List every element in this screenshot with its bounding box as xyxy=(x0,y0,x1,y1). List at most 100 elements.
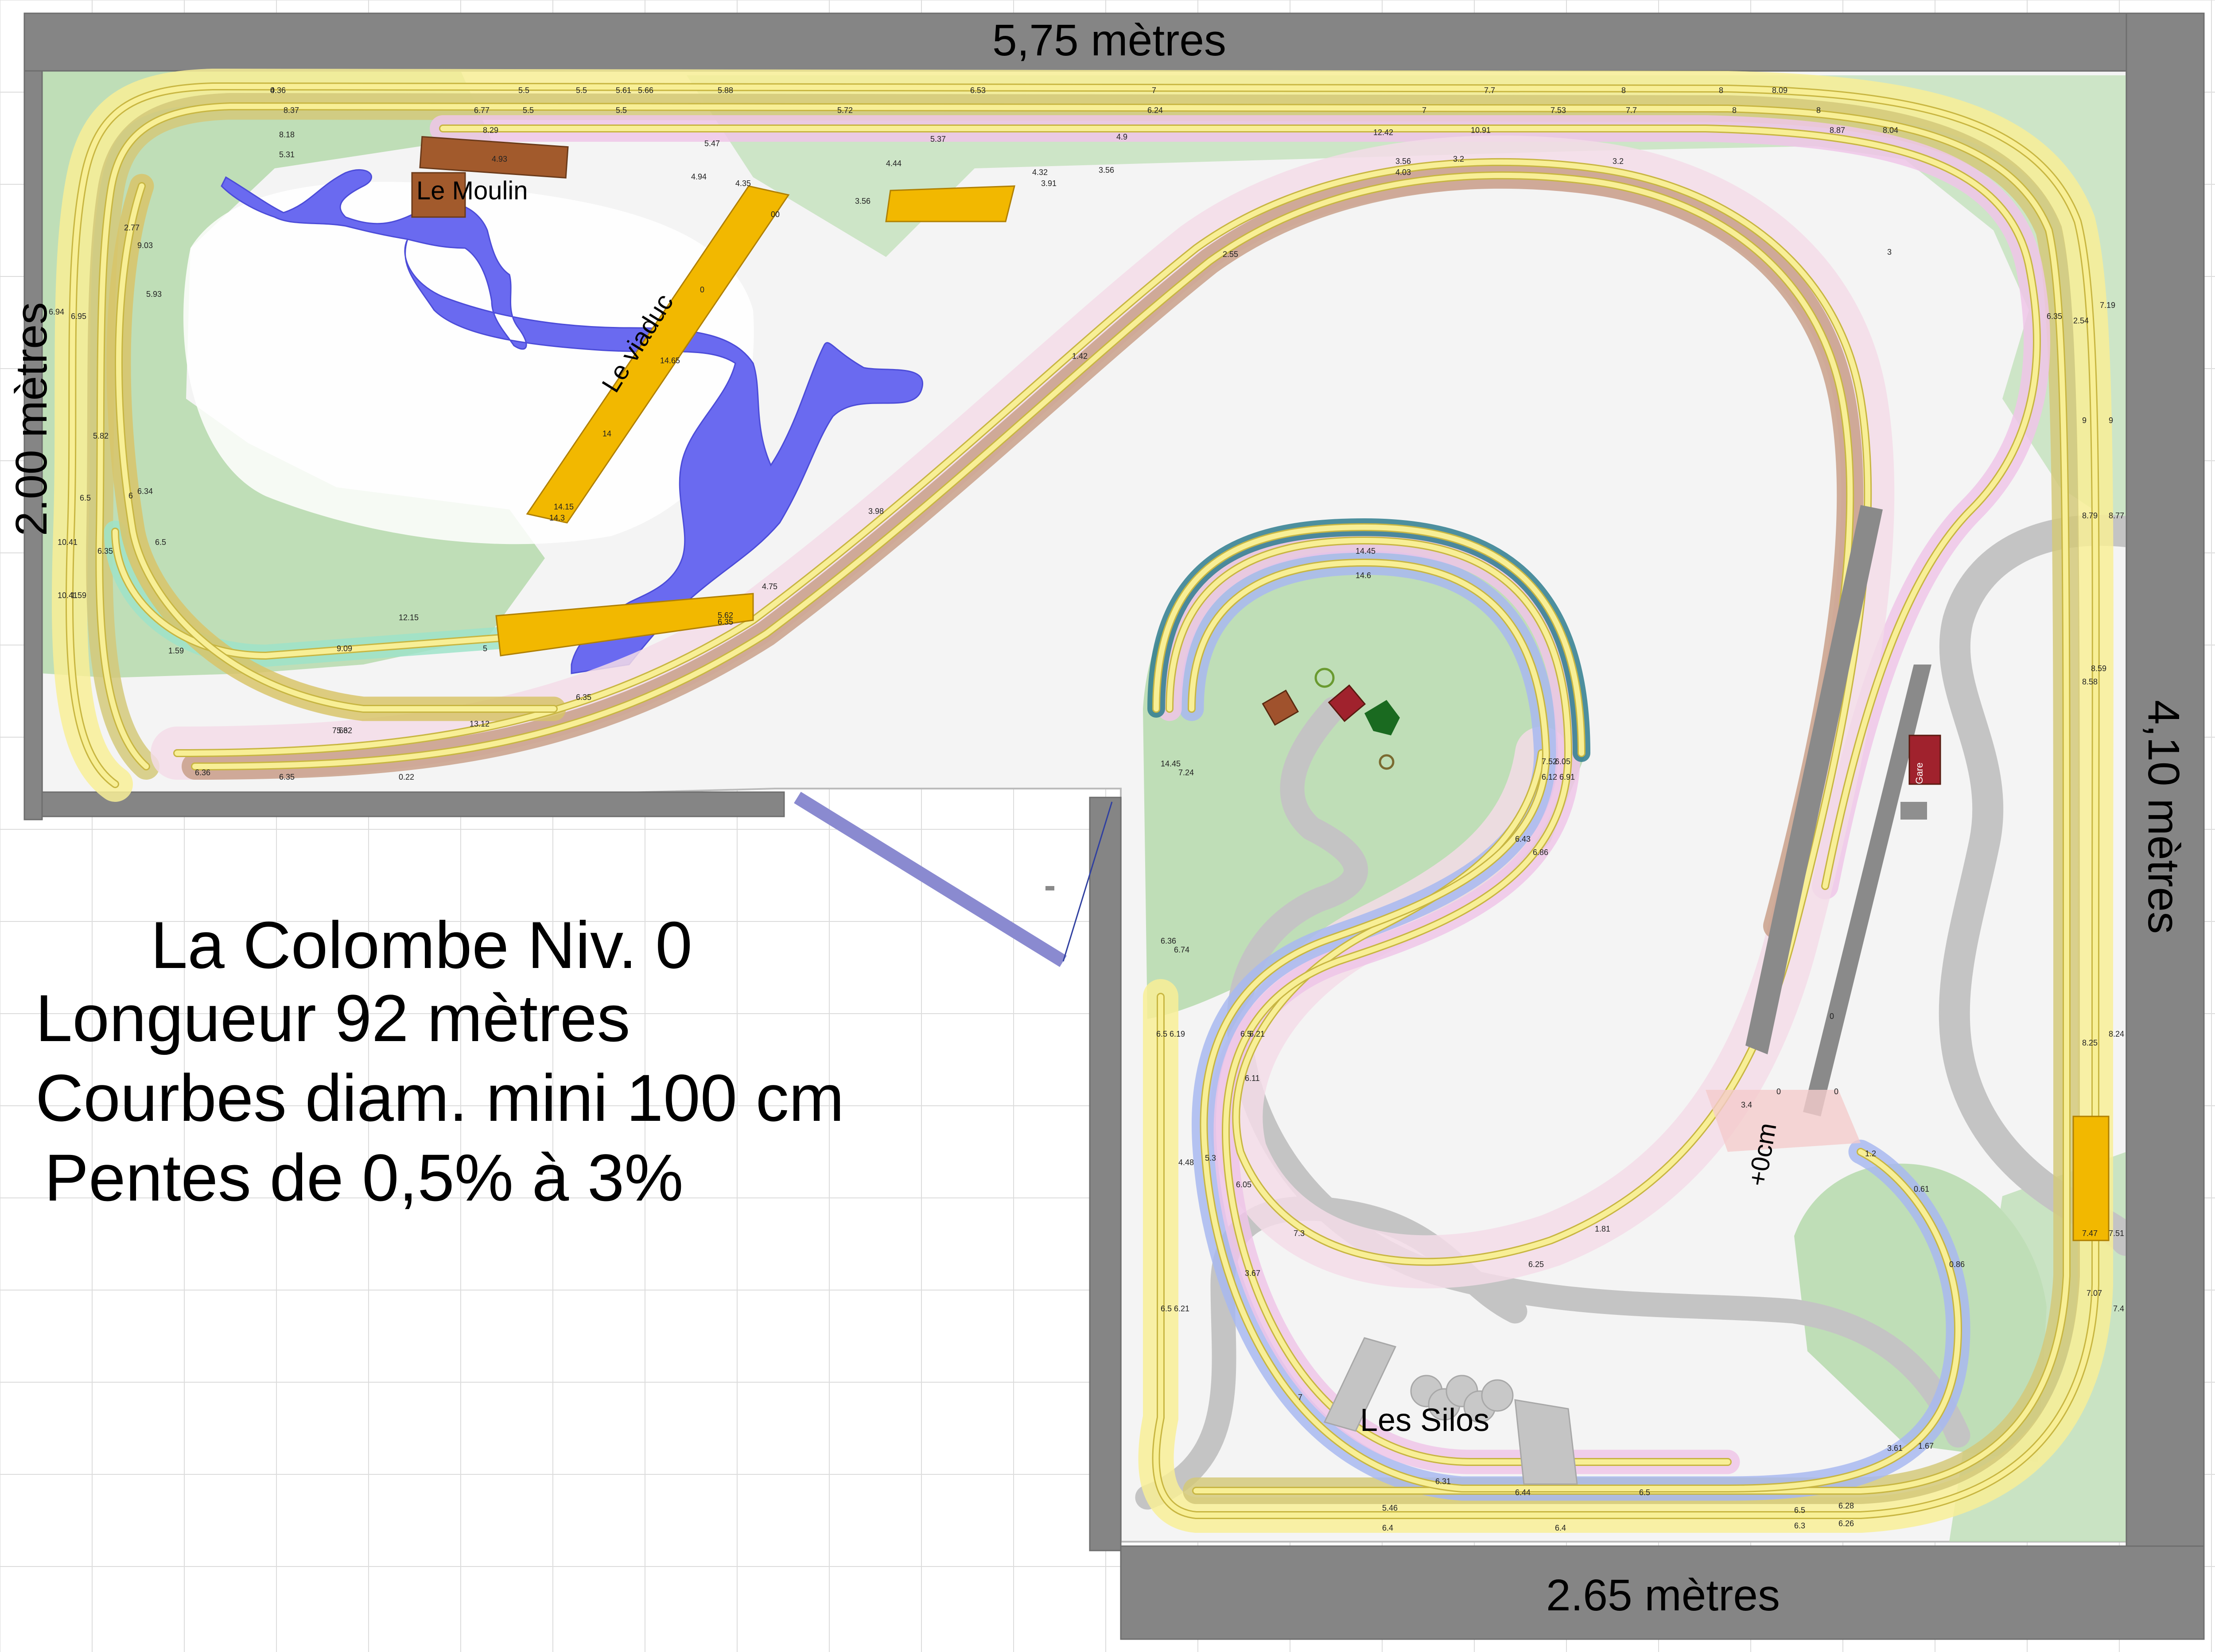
track-height-label: 0 xyxy=(700,285,704,294)
track-height-label: 1.2 xyxy=(1865,1149,1876,1158)
track-height-label: 3.67 xyxy=(1245,1269,1260,1278)
track-height-label: 8 xyxy=(1732,106,1737,115)
track-height-label: 3.56 xyxy=(1395,157,1411,166)
track-height-label: 2.77 xyxy=(124,223,140,232)
track-height-label: 9.03 xyxy=(137,241,153,250)
track-height-label: 14 xyxy=(602,429,611,438)
track-height-label: 1.81 xyxy=(1595,1224,1610,1233)
track-height-label: 5.5 xyxy=(616,106,627,115)
track-height-label: 3.98 xyxy=(868,507,884,516)
track-height-label: 6.5 xyxy=(1639,1488,1650,1497)
track-height-label: 6 xyxy=(128,491,133,500)
track-height-label: 5.72 xyxy=(837,106,853,115)
track-height-label: 8.24 xyxy=(2109,1030,2124,1038)
track-height-label: 0 xyxy=(1830,1012,1834,1021)
track-height-label: 6.95 xyxy=(71,312,86,321)
track-height-label: 14.3 xyxy=(549,513,565,522)
track-height-label: 6.35 xyxy=(97,547,113,556)
track-height-label: 7 xyxy=(1422,106,1426,115)
track-height-label: 6.26 xyxy=(1838,1519,1854,1528)
track-height-label: 1.59 xyxy=(71,591,86,600)
title-line-1: La Colombe Niv. 0 xyxy=(151,908,692,982)
label-gare: Gare xyxy=(1914,762,1925,784)
track-height-label: 6.21 xyxy=(1174,1304,1189,1313)
track-height-label: 6.91 xyxy=(1559,773,1575,781)
track-height-label: 6.05 xyxy=(1555,757,1570,766)
track-height-label: 6.53 xyxy=(970,86,986,95)
track-height-label: 3.91 xyxy=(1041,179,1057,188)
track-height-label: 8.04 xyxy=(1883,126,1898,135)
track-height-label: 5.37 xyxy=(930,135,946,144)
track-height-label: 5.46 xyxy=(1382,1504,1398,1512)
label-silos: Les Silos xyxy=(1360,1403,1489,1438)
track-height-label: 2.55 xyxy=(1223,250,1238,259)
track-height-label: 6.74 xyxy=(1174,945,1189,954)
track-height-label: 7.7 xyxy=(1626,106,1637,115)
track-height-label: 6.4 xyxy=(1382,1524,1393,1532)
track-height-label: 14.65 xyxy=(660,356,680,365)
track-height-label: 4.48 xyxy=(1178,1158,1194,1167)
track-height-label: 6.5 xyxy=(1156,1030,1167,1038)
track-height-label: 10.41 xyxy=(58,538,78,547)
track-height-label: 6.5 xyxy=(80,494,91,502)
track-height-label: 6.5 xyxy=(1161,1304,1172,1313)
track-height-label: 3.2 xyxy=(1613,157,1624,166)
track-height-label: 4.94 xyxy=(691,172,707,181)
track-height-label: 8.58 xyxy=(2082,677,2098,686)
track-height-label: 6.34 xyxy=(137,487,153,496)
track-height-label: 3.4 xyxy=(1741,1100,1752,1109)
track-height-label: 4.9 xyxy=(1116,132,1127,141)
track-height-label: 4.35 xyxy=(735,179,751,188)
track-height-label: 2.54 xyxy=(2073,316,2089,325)
track-height-label: 13.12 xyxy=(470,719,490,728)
track-height-label: 0 xyxy=(771,210,775,219)
track-height-label: 7.4 xyxy=(2113,1304,2124,1313)
track-height-label: 3.56 xyxy=(1099,166,1114,175)
track-height-label: 8.77 xyxy=(2109,511,2124,520)
track-height-label: 0 xyxy=(775,210,780,219)
track-height-label: 7.63 xyxy=(332,726,348,735)
track-height-label: 12.42 xyxy=(1373,128,1393,137)
track-height-label: 14.15 xyxy=(554,502,574,511)
track-height-label: 6.36 xyxy=(195,768,210,777)
track-height-label: 6.5 xyxy=(1794,1506,1805,1515)
track-height-label: 8 xyxy=(1621,86,1626,95)
label-moulin: Le Moulin xyxy=(416,176,528,205)
track-height-label: 5.88 xyxy=(718,86,733,95)
track-height-label: 6.24 xyxy=(1147,106,1163,115)
track-height-label: 6.31 xyxy=(1435,1477,1451,1486)
track-height-label: 0.22 xyxy=(399,773,414,781)
track-height-label: 5.47 xyxy=(704,139,720,148)
track-height-label: 7.51 xyxy=(2109,1229,2124,1238)
track-height-label: 6.11 xyxy=(1245,1074,1260,1083)
track-height-label: 8.87 xyxy=(1830,126,1845,135)
track-height-label: 8.25 xyxy=(2082,1038,2098,1047)
track-height-label: 6.05 xyxy=(1236,1180,1251,1189)
track-height-label: 5.5 xyxy=(518,86,529,95)
track-height-label: 7.3 xyxy=(1294,1229,1305,1238)
track-height-label: 6.4 xyxy=(1555,1524,1566,1532)
track-height-label: 7.24 xyxy=(1178,768,1194,777)
track-height-label: 8 xyxy=(1719,86,1723,95)
track-height-label: 1.59 xyxy=(168,646,184,655)
track-height-label: 4.93 xyxy=(492,155,507,163)
track-height-label: 1.42 xyxy=(1072,352,1088,361)
track-height-label: 5 xyxy=(483,644,487,653)
track-height-label: 5.66 xyxy=(638,86,653,95)
track-height-label: 6.44 xyxy=(1515,1488,1531,1497)
track-height-label: 3.56 xyxy=(855,197,870,206)
track-height-label: 8 xyxy=(1816,106,1821,115)
track-height-label: 8.09 xyxy=(1772,86,1788,95)
track-height-label: 4.44 xyxy=(886,159,902,168)
track-height-label: 5.61 xyxy=(616,86,631,95)
dim-right: 4,10 mètres xyxy=(2139,700,2188,934)
track-height-label: 8.79 xyxy=(2082,511,2098,520)
track-height-label: 1.67 xyxy=(1918,1442,1934,1450)
track-height-label: 6.5 xyxy=(155,538,166,547)
track-height-label: 7 xyxy=(1298,1393,1302,1402)
track-height-label: 0 xyxy=(270,86,275,95)
track-height-label: 6.77 xyxy=(474,106,490,115)
track-height-label: 0 xyxy=(1834,1087,1838,1096)
dim-top: 5,75 mètres xyxy=(992,16,1226,65)
track-height-label: 14.6 xyxy=(1356,571,1371,580)
